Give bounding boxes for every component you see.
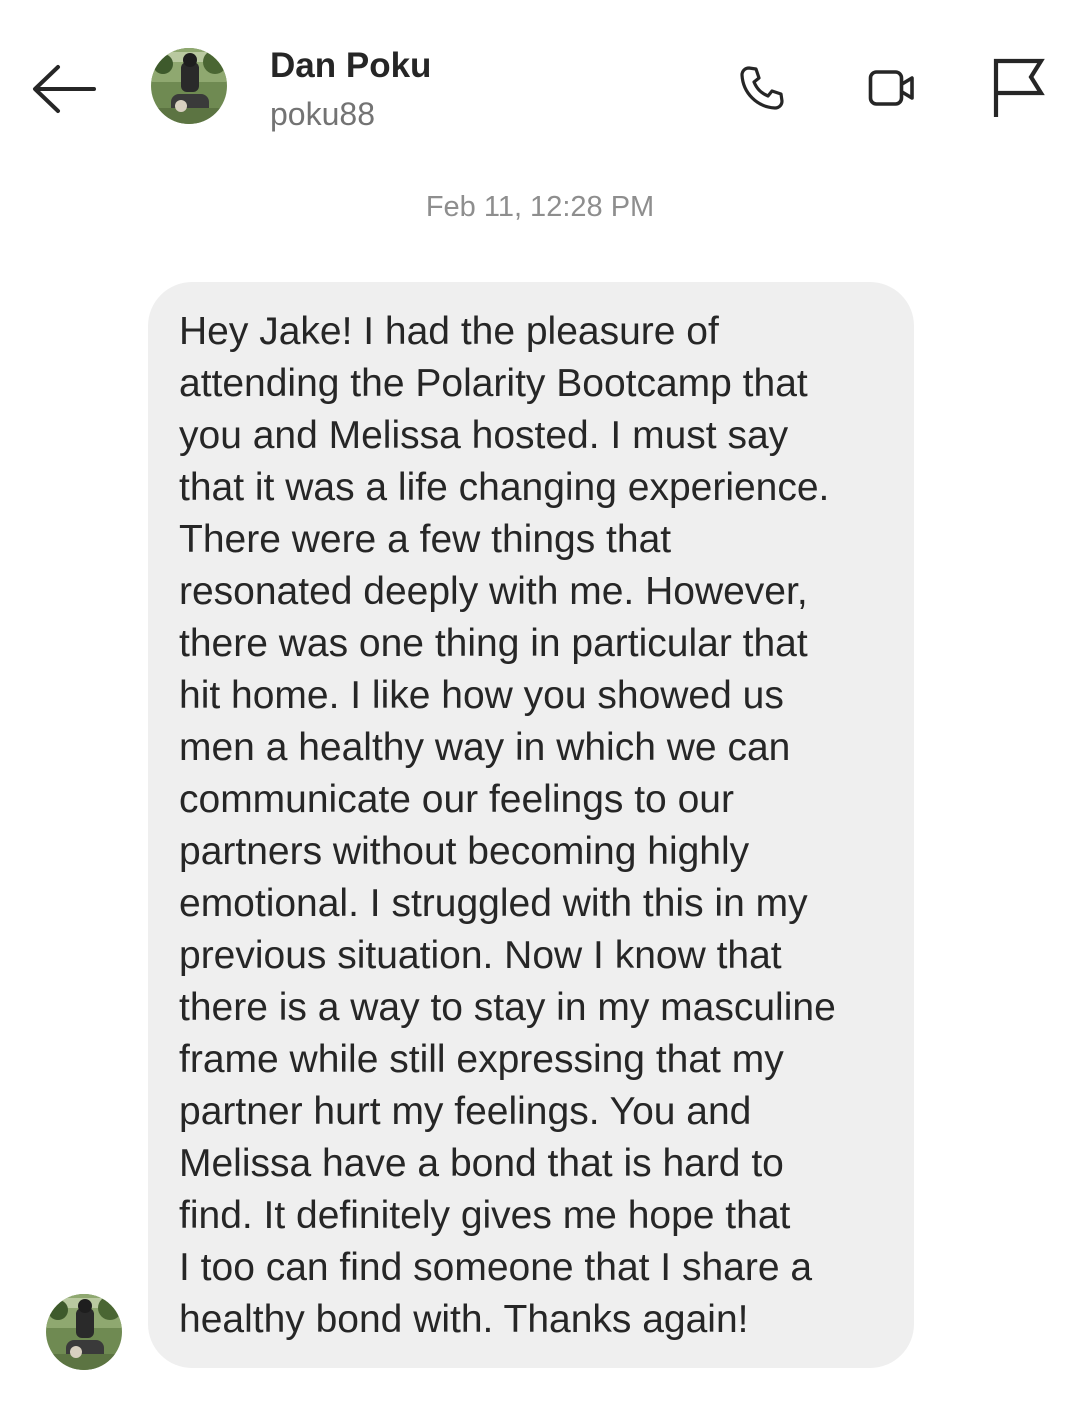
message-timestamp: Feb 11, 12:28 PM xyxy=(425,191,655,223)
username: poku88 xyxy=(270,96,375,132)
flag-icon xyxy=(993,58,1045,117)
report-button[interactable] xyxy=(985,56,1049,120)
video-call-button[interactable] xyxy=(860,56,924,120)
arrow-left-icon xyxy=(33,65,96,113)
phone-icon xyxy=(740,66,784,110)
back-button[interactable] xyxy=(26,58,100,120)
video-camera-icon xyxy=(868,70,914,106)
sender-avatar[interactable] xyxy=(46,1294,122,1370)
message-text: Hey Jake! I had the pleasure of attendin… xyxy=(179,310,836,1341)
display-name: Dan Poku xyxy=(270,46,432,85)
message-bubble[interactable]: Hey Jake! I had the pleasure of attendin… xyxy=(148,282,914,1368)
avatar[interactable] xyxy=(151,48,227,124)
audio-call-button[interactable] xyxy=(730,56,794,120)
chat-header: Dan Poku poku88 xyxy=(0,0,1080,170)
profile-name-block[interactable]: Dan Poku poku88 xyxy=(270,44,431,136)
